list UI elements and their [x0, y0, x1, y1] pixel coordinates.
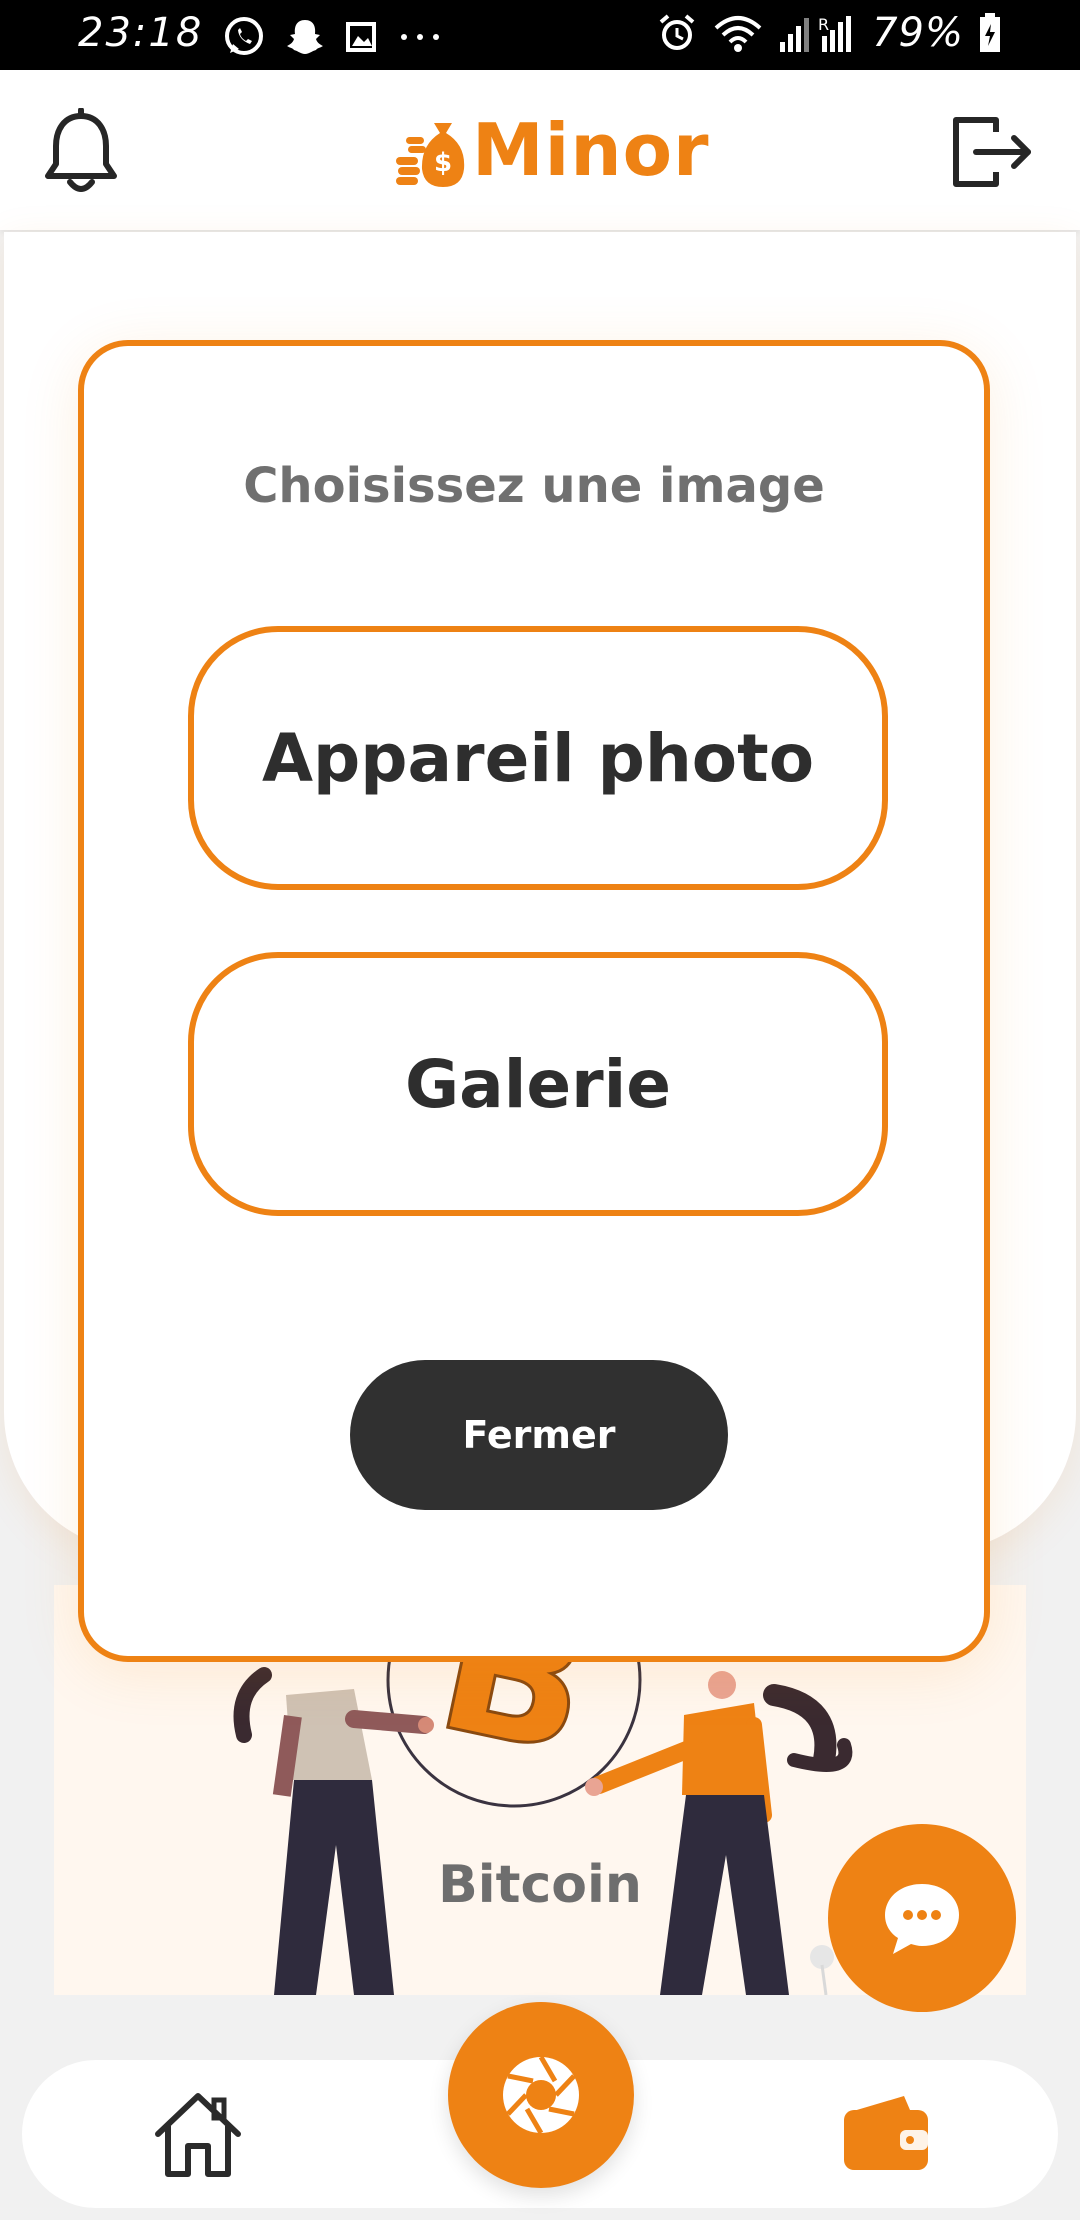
- logout-icon: [953, 117, 1031, 187]
- chat-button[interactable]: [828, 1824, 1016, 2012]
- status-time: 23:18: [78, 10, 204, 56]
- gallery-option-button[interactable]: Galerie: [188, 952, 888, 1216]
- battery-charging-icon: [980, 13, 1000, 52]
- choose-image-dialog: Choisissez une image Appareil photo Gale…: [78, 340, 990, 1662]
- snapchat-icon: [287, 20, 323, 54]
- more-notifications-icon: [401, 34, 439, 40]
- status-notification-icons: [222, 15, 446, 59]
- logo-text: Minor: [472, 108, 710, 192]
- alarm-icon: [659, 14, 695, 50]
- bell-icon: [45, 107, 117, 192]
- whatsapp-icon: [225, 17, 263, 55]
- nav-wallet-button[interactable]: [840, 2092, 932, 2172]
- home-icon: [155, 2093, 241, 2177]
- camera-shutter-icon: [503, 2055, 579, 2135]
- app-header: $ Minor: [0, 70, 1080, 230]
- camera-option-button[interactable]: Appareil photo: [188, 626, 888, 890]
- gallery-notification-icon: [346, 22, 376, 52]
- status-system-icons: R 79%: [656, 10, 1002, 56]
- signal-icon: R: [780, 15, 852, 52]
- money-bag-logo-icon: $: [396, 123, 465, 187]
- wifi-icon: [714, 16, 762, 52]
- status-bar: 23:18 R 79%: [0, 0, 1080, 70]
- notifications-button[interactable]: [40, 107, 122, 198]
- wallet-icon: [844, 2096, 928, 2170]
- logout-button[interactable]: [950, 112, 1036, 192]
- battery-percentage: 79%: [872, 10, 964, 56]
- close-button[interactable]: Fermer: [350, 1360, 728, 1510]
- chat-bubble-icon: [885, 1884, 959, 1954]
- camera-scan-button[interactable]: [448, 2002, 634, 2188]
- nav-home-button[interactable]: [150, 2090, 246, 2180]
- app-logo: $ Minor: [394, 108, 710, 192]
- svg-text:R: R: [818, 15, 829, 34]
- dialog-title: Choisissez une image: [243, 458, 825, 514]
- screen: 23:18 R 79% $ Minor B Bitcoin Choisissez…: [0, 0, 1080, 2220]
- svg-text:$: $: [434, 148, 452, 178]
